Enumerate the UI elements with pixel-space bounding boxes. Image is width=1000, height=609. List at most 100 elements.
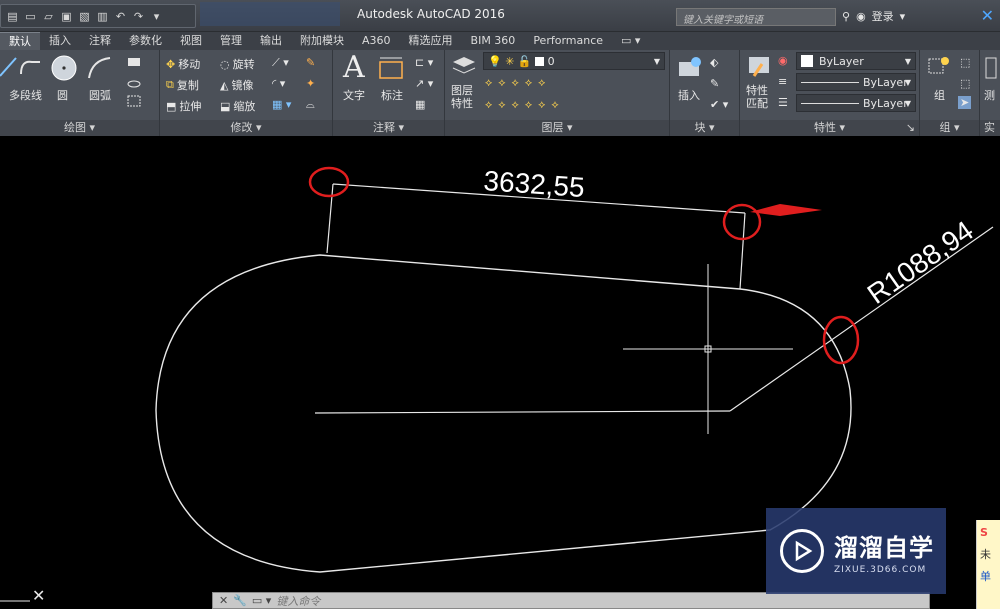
tab-output[interactable]: 输出 (251, 32, 291, 50)
match-properties-icon[interactable] (746, 54, 772, 80)
new-icon[interactable]: ▭ (23, 9, 38, 24)
chevron-down-icon[interactable]: ▾ (900, 10, 906, 23)
layer-properties-label[interactable]: 图层 特性 (451, 84, 473, 110)
lineweight-icon: ☰ (778, 96, 788, 109)
layer-tools-row1[interactable]: ⟡⟡⟡⟡⟡ (485, 76, 551, 90)
block-attr-button[interactable]: ✔ ▾ (710, 98, 728, 111)
move-button[interactable]: ✥ 移动 (166, 56, 200, 72)
tab-default[interactable]: 默认 (0, 32, 40, 50)
text-label[interactable]: 文字 (343, 87, 365, 103)
circle-icon[interactable] (50, 54, 78, 82)
leader-dropdown[interactable]: ↗ ▾ (415, 77, 433, 90)
linetype-dropdown[interactable]: ByLayer ▼ (796, 73, 916, 91)
app-menu-icon[interactable]: ▤ (5, 9, 20, 24)
command-input[interactable]: 键入命令 (276, 593, 320, 609)
panel-annotation-title[interactable]: 注释 ▾ (333, 120, 444, 136)
panel-utilities-title[interactable]: 实 (980, 120, 1000, 136)
watermark-subtitle: ZIXUE.3D66.COM (834, 564, 927, 575)
lineweight-dropdown[interactable]: ByLayer ▼ (796, 94, 916, 112)
tab-featured-apps[interactable]: 精选应用 (400, 32, 462, 50)
close-icon[interactable]: ✕ (219, 594, 228, 607)
tab-insert[interactable]: 插入 (40, 32, 80, 50)
undo-icon[interactable]: ↶ (113, 9, 128, 24)
leader-button[interactable]: ⊏ ▾ (415, 56, 433, 69)
circle-label[interactable]: 圆 (57, 87, 68, 103)
text-icon[interactable]: A (343, 50, 365, 85)
group-icon[interactable] (926, 54, 952, 80)
insert-block-icon[interactable] (676, 54, 704, 82)
panel-draw-title[interactable]: 绘图 ▾ (0, 120, 159, 136)
watermark: 溜溜自学 ZIXUE.3D66.COM (766, 508, 946, 594)
tab-parametric[interactable]: 参数化 (120, 32, 171, 50)
tab-a360[interactable]: A360 (353, 32, 400, 50)
color-dropdown[interactable]: ByLayer ▼ (796, 52, 916, 70)
layer-properties-icon[interactable] (451, 54, 477, 78)
panel-properties-title[interactable]: 特性 ▾ ↘ (740, 120, 919, 136)
explode-button[interactable]: ✦ (306, 77, 315, 90)
panel-block-title[interactable]: 块 ▾ (670, 120, 739, 136)
search-input[interactable]: 键入关键字或短语 (676, 8, 836, 26)
polyline-label[interactable]: 多段线 (9, 87, 42, 103)
group-label[interactable]: 组 (934, 87, 945, 103)
panel-layers-title[interactable]: 图层 ▾ (445, 120, 669, 136)
draw-small-tools-icon[interactable] (126, 56, 154, 116)
mirror-button[interactable]: ◭ 镜像 (220, 77, 253, 93)
erase-button[interactable]: ✎ (306, 56, 315, 69)
group-edit-button[interactable]: ⬚ (960, 77, 970, 90)
layer-dropdown[interactable]: 💡 ✳ 🔓 0 ▼ (483, 52, 665, 70)
array-button[interactable]: ▦ ▾ (272, 98, 291, 111)
sun-icon: ✳ (505, 54, 515, 68)
insert-label[interactable]: 插入 (678, 87, 700, 103)
wrench-icon[interactable]: 🔧 (233, 594, 247, 607)
stretch-button[interactable]: ⬒ 拉伸 (166, 98, 201, 114)
polyline-icon[interactable] (18, 54, 44, 80)
tab-addins[interactable]: 附加模块 (291, 32, 353, 50)
trim-button[interactable]: ⟋ ▾ (272, 56, 289, 70)
tab-annotate[interactable]: 注释 (80, 32, 120, 50)
binoculars-icon[interactable]: ⚲ (842, 10, 850, 23)
plot-icon[interactable]: ▥ (95, 9, 110, 24)
close-icon[interactable]: ✕ (981, 6, 994, 25)
arc-icon[interactable] (86, 54, 114, 82)
match-properties-label[interactable]: 特性 匹配 (746, 84, 768, 110)
dimension-icon[interactable] (377, 54, 405, 82)
panel-groups-title[interactable]: 组 ▾ (920, 120, 979, 136)
save-as-icon[interactable]: ▧ (77, 9, 92, 24)
measure-label[interactable]: 测 (984, 87, 995, 103)
quick-access-toolbar: ▤ ▭ ▱ ▣ ▧ ▥ ↶ ↷ ▾ (0, 4, 196, 28)
tab-manage[interactable]: 管理 (211, 32, 251, 50)
edit-block-button[interactable]: ✎ (710, 77, 719, 90)
side-note-line2[interactable]: 单 (980, 566, 997, 588)
watermark-title: 溜溜自学 (834, 533, 934, 562)
ribbon-options-icon[interactable]: ▭ ▾ (612, 32, 649, 50)
command-prompt-icon[interactable]: ▭ ▾ (252, 594, 271, 607)
fillet-button[interactable]: ◜ ▾ (272, 77, 285, 90)
panel-modify-title[interactable]: 修改 ▾ (160, 120, 332, 136)
qat-dropdown-icon[interactable]: ▾ (149, 9, 164, 24)
create-block-button[interactable]: ⬖ (710, 56, 718, 69)
erase-icon: ✎ (306, 56, 316, 69)
tab-bim360[interactable]: BIM 360 (462, 32, 525, 50)
copy-button[interactable]: ⧉ 复制 (166, 77, 199, 93)
measure-icon[interactable] (984, 56, 998, 82)
trim-icon: ⟋ ▾ (272, 56, 289, 69)
side-note: S 未 单 (976, 520, 1000, 609)
dimension-label[interactable]: 标注 (381, 87, 403, 103)
rotate-button[interactable]: ◌ 旋转 (220, 56, 255, 72)
open-icon[interactable]: ▱ (41, 9, 56, 24)
tab-performance[interactable]: Performance (524, 32, 612, 50)
line-icon[interactable] (0, 56, 18, 78)
sign-in-link[interactable]: 登录 (872, 8, 894, 24)
table-button[interactable]: ▦ (415, 98, 425, 111)
user-icon[interactable]: ◉ (856, 10, 866, 23)
save-icon[interactable]: ▣ (59, 9, 74, 24)
side-note-badge: S (980, 526, 988, 539)
ungroup-button[interactable]: ⬚ (960, 56, 970, 69)
layer-tools-row2[interactable]: ⟡⟡⟡⟡⟡⟡ (485, 98, 565, 112)
scale-button[interactable]: ⬓ 缩放 (220, 98, 255, 114)
tab-view[interactable]: 视图 (171, 32, 211, 50)
redo-icon[interactable]: ↷ (131, 9, 146, 24)
offset-button[interactable]: ⌓ (306, 98, 315, 112)
group-select-button[interactable]: ➤ (958, 96, 972, 109)
arc-label[interactable]: 圆弧 (89, 87, 111, 103)
